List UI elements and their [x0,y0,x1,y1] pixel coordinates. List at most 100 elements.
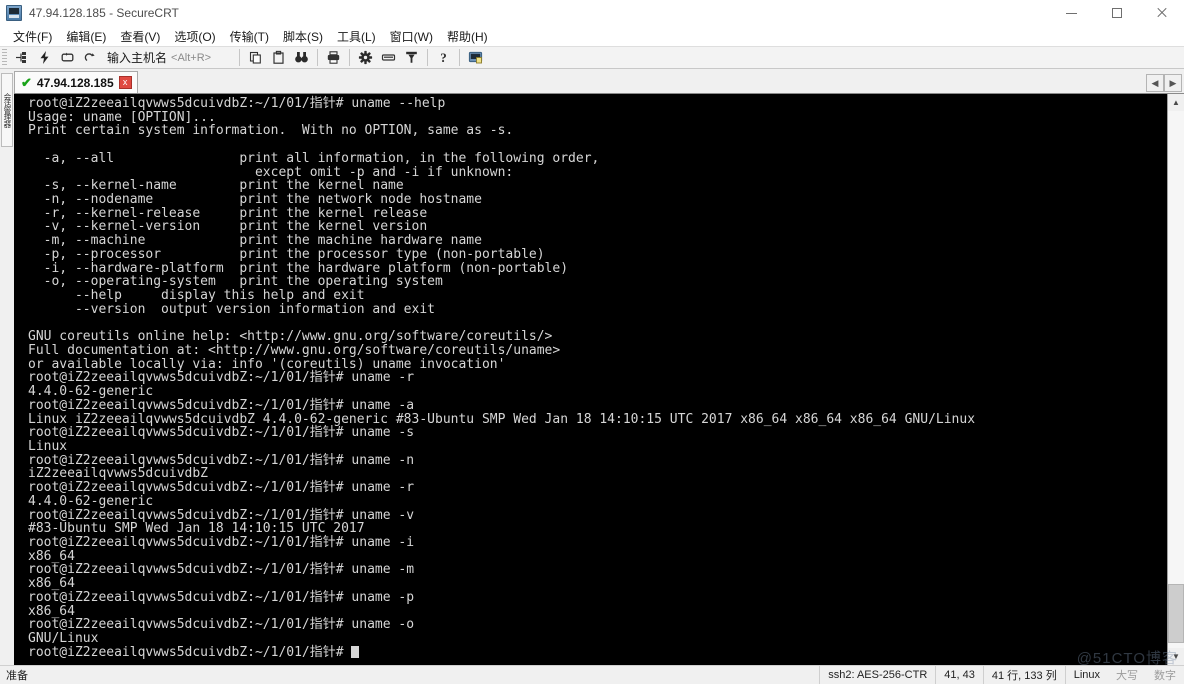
new-session-icon [14,50,29,65]
terminal-line: root@iZ2zeeailqvwws5dcuivdbZ:~/1/01/指针# … [28,618,1167,632]
connected-check-icon: ✔ [21,76,32,89]
terminal-line: Linux iZ2zeeailqvwws5dcuivdbZ 4.4.0-62-g… [28,413,1167,427]
host-input-shortcut: <Alt+R> [171,52,211,64]
tab-nav: ◀ ▶ [1146,74,1182,92]
menu-options[interactable]: 选项(O) [167,26,222,47]
copy-icon [248,50,263,65]
quick-connect-button[interactable] [33,47,56,68]
terminal-line: root@iZ2zeeailqvwws5dcuivdbZ:~/1/01/指针# … [28,536,1167,550]
title-bar: 47.94.128.185 - SecureCRT [0,0,1184,26]
terminal-line: root@iZ2zeeailqvwws5dcuivdbZ:~/1/01/指针# … [28,371,1167,385]
toolbar: 输入主机名 <Alt+R> [0,46,1184,69]
disconnect-icon [83,50,98,65]
menu-view[interactable]: 查看(V) [113,26,167,47]
terminal-line: #83-Ubuntu SMP Wed Jan 18 14:10:15 UTC 2… [28,522,1167,536]
session-area: ✔ 47.94.128.185 x ◀ ▶ root@iZ2zeeailqvww… [14,69,1184,665]
window-controls [1049,0,1184,26]
terminal-line: x86_64 [28,550,1167,564]
host-input-label[interactable]: 输入主机名 [107,49,167,66]
help-icon: ? [436,50,451,65]
terminal-line: -o, --operating-system print the operati… [28,275,1167,289]
quick-connect-icon [37,50,52,65]
session-manager-button[interactable] [464,47,487,68]
find-button[interactable] [290,47,313,68]
paste-icon [271,50,286,65]
filter-icon [404,50,419,65]
gear-icon [358,50,373,65]
tab-next-button[interactable]: ▶ [1164,74,1182,92]
toolbar-separator-5 [459,49,460,66]
toolbar-separator-3 [349,49,350,66]
terminal-line: GNU coreutils online help: <http://www.g… [28,330,1167,344]
terminal-line: -n, --nodename print the network node ho… [28,193,1167,207]
terminal-line: 4.4.0-62-generic [28,385,1167,399]
terminal-line: Linux [28,440,1167,454]
reconnect-button[interactable] [56,47,79,68]
tab-strip: ✔ 47.94.128.185 x ◀ ▶ [14,69,1184,93]
scroll-thumb[interactable] [1168,584,1184,643]
terminal-line: root@iZ2zeeailqvwws5dcuivdbZ:~/1/01/指针# … [28,97,1167,111]
tab-label: 47.94.128.185 [37,76,114,90]
scroll-down-button[interactable]: ▼ [1168,648,1184,665]
print-button[interactable] [322,47,345,68]
terminal-output[interactable]: root@iZ2zeeailqvwws5dcuivdbZ:~/1/01/指针# … [14,94,1167,665]
menu-tools[interactable]: 工具(L) [330,26,383,47]
terminal-line: x86_64 [28,577,1167,591]
svg-text:?: ? [440,50,447,65]
terminal-scrollbar[interactable]: ▲ ▼ [1167,94,1184,665]
menu-edit[interactable]: 编辑(E) [59,26,113,47]
disconnect-button[interactable] [79,47,102,68]
find-icon [294,50,309,65]
minimize-button[interactable] [1049,0,1094,26]
menu-file[interactable]: 文件(F) [6,26,59,47]
new-session-button[interactable] [10,47,33,68]
terminal-line: root@iZ2zeeailqvwws5dcuivdbZ:~/1/01/指针# … [28,509,1167,523]
copy-button[interactable] [244,47,267,68]
terminal-panel: root@iZ2zeeailqvwws5dcuivdbZ:~/1/01/指针# … [14,93,1184,665]
terminal-line: -m, --machine print the machine hardware… [28,234,1167,248]
close-button[interactable] [1139,0,1184,26]
scroll-up-button[interactable]: ▲ [1168,94,1184,111]
filter-button[interactable] [400,47,423,68]
session-manager-tab-label: 会话管理器 [1,93,12,127]
help-button[interactable]: ? [432,47,455,68]
toolbar-separator-1 [239,49,240,66]
menu-help[interactable]: 帮助(H) [440,26,495,47]
toolbar-separator-4 [427,49,428,66]
toolbar-grip[interactable] [2,49,7,66]
maximize-icon [1112,8,1122,18]
terminal-line: root@iZ2zeeailqvwws5dcuivdbZ:~/1/01/指针# … [28,399,1167,413]
securecrt-icon [6,5,22,21]
status-terminal-size: 41 行, 133 列 [984,666,1066,684]
session-manager-tab[interactable]: 会话管理器 [1,73,13,147]
terminal-cursor [351,646,359,658]
terminal-line: iZ2zeeailqvwws5dcuivdbZ [28,467,1167,481]
toolbar-separator-2 [317,49,318,66]
status-cursor-position: 41, 43 [936,666,984,684]
status-protocol: ssh2: AES-256-CTR [820,666,936,684]
scroll-track[interactable] [1168,111,1184,648]
terminal-line: -p, --processor print the processor type… [28,248,1167,262]
menu-transfer[interactable]: 传输(T) [223,26,276,47]
tab-session-47-94-128-185[interactable]: ✔ 47.94.128.185 x [14,71,138,93]
terminal-line: root@iZ2zeeailqvwws5dcuivdbZ:~/1/01/指针# … [28,481,1167,495]
maximize-button[interactable] [1094,0,1139,26]
terminal-line [28,317,1167,331]
tab-close-icon[interactable]: x [119,76,132,89]
keyboard-button[interactable] [377,47,400,68]
terminal-line: -i, --hardware-platform print the hardwa… [28,262,1167,276]
menu-window[interactable]: 窗口(W) [383,26,440,47]
print-icon [326,50,341,65]
terminal-line: except omit -p and -i if unknown: [28,166,1167,180]
terminal-line: GNU/Linux [28,632,1167,646]
menu-bar: 文件(F) 编辑(E) 查看(V) 选项(O) 传输(T) 脚本(S) 工具(L… [0,26,1184,46]
terminal-line: -a, --all print all information, in the … [28,152,1167,166]
terminal-line: 4.4.0-62-generic [28,495,1167,509]
paste-button[interactable] [267,47,290,68]
settings-button[interactable] [354,47,377,68]
tab-prev-button[interactable]: ◀ [1146,74,1164,92]
terminal-line: or available locally via: info '(coreuti… [28,358,1167,372]
menu-script[interactable]: 脚本(S) [276,26,330,47]
terminal-line: --help display this help and exit [28,289,1167,303]
keyboard-icon [381,50,396,65]
